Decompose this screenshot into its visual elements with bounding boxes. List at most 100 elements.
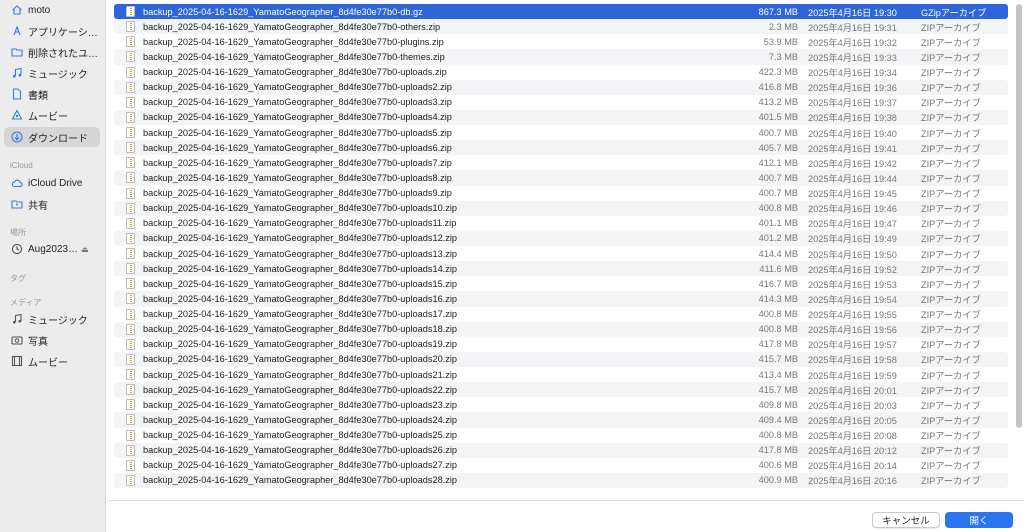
sidebar-item-media-music[interactable]: ミュージック [4, 309, 100, 329]
file-size: 416.7 MB [758, 278, 798, 289]
file-size: 417.8 MB [758, 339, 798, 350]
file-row[interactable]: backup_2025-04-16-1629_YamatoGeographer_… [114, 4, 1008, 20]
file-row[interactable]: backup_2025-04-16-1629_YamatoGeographer_… [114, 337, 1008, 352]
file-row[interactable]: backup_2025-04-16-1629_YamatoGeographer_… [114, 140, 1008, 156]
file-name: backup_2025-04-16-1629_YamatoGeographer_… [143, 51, 445, 62]
file-row[interactable]: backup_2025-04-16-1629_YamatoGeographer_… [114, 382, 1008, 398]
zip-file-icon [126, 399, 135, 411]
sidebar-section-media: メディア [10, 298, 42, 307]
file-row[interactable]: backup_2025-04-16-1629_YamatoGeographer_… [114, 200, 1008, 216]
file-open-dialog: moto アプリケーシ… 削除されたユ… ミュージック 書類 ムービー ダウンロ… [0, 0, 1024, 532]
file-date: 2025年4月16日 19:56 [808, 325, 897, 336]
file-row[interactable]: backup_2025-04-16-1629_YamatoGeographer_… [114, 442, 1008, 458]
file-kind: ZIPアーカイブ [921, 415, 981, 426]
sidebar-item-deleted-users[interactable]: 削除されたユ… [4, 42, 100, 62]
file-size: 417.8 MB [758, 445, 798, 456]
file-name: backup_2025-04-16-1629_YamatoGeographer_… [143, 172, 452, 183]
zip-file-icon [126, 369, 135, 380]
file-row[interactable]: backup_2025-04-16-1629_YamatoGeographer_… [114, 412, 1008, 428]
file-row[interactable]: backup_2025-04-16-1629_YamatoGeographer_… [114, 351, 1008, 367]
file-row[interactable]: backup_2025-04-16-1629_YamatoGeographer_… [114, 186, 1008, 201]
file-date: 2025年4月16日 19:50 [808, 249, 897, 260]
file-row[interactable]: backup_2025-04-16-1629_YamatoGeographer_… [114, 276, 1008, 291]
file-kind: ZIPアーカイブ [921, 340, 981, 351]
sidebar-item-documents[interactable]: 書類 [4, 84, 100, 104]
file-row[interactable]: backup_2025-04-16-1629_YamatoGeographer_… [114, 397, 1008, 412]
file-size: 415.7 MB [758, 384, 798, 395]
file-row[interactable]: backup_2025-04-16-1629_YamatoGeographer_… [114, 428, 1008, 443]
file-row[interactable]: backup_2025-04-16-1629_YamatoGeographer_… [114, 49, 1008, 65]
sidebar-item-media-movies[interactable]: ムービー [4, 351, 100, 371]
file-name: backup_2025-04-16-1629_YamatoGeographer_… [143, 36, 444, 47]
cancel-button[interactable]: キャンセル [872, 512, 940, 528]
file-row[interactable]: backup_2025-04-16-1629_YamatoGeographer_… [114, 230, 1008, 246]
sidebar-item-aug2023[interactable]: Aug2023… ⏏ [4, 239, 100, 259]
folder-icon [10, 46, 23, 59]
file-kind: ZIPアーカイブ [921, 173, 981, 184]
file-size: 414.4 MB [758, 248, 798, 259]
file-row[interactable]: backup_2025-04-16-1629_YamatoGeographer_… [114, 216, 1008, 231]
eject-icon[interactable]: ⏏ [81, 245, 89, 254]
file-date: 2025年4月16日 19:40 [808, 128, 897, 139]
file-row[interactable]: backup_2025-04-16-1629_YamatoGeographer_… [114, 261, 1008, 277]
sidebar-item-applications[interactable]: アプリケーシ… [4, 21, 100, 41]
sidebar-item-downloads[interactable]: ダウンロード [4, 127, 100, 147]
file-date: 2025年4月16日 19:42 [808, 158, 897, 169]
file-kind: ZIPアーカイブ [921, 234, 981, 245]
scrollbar[interactable] [1014, 0, 1024, 500]
scrollbar-thumb[interactable] [1016, 4, 1022, 428]
file-row[interactable]: backup_2025-04-16-1629_YamatoGeographer_… [114, 321, 1008, 337]
file-kind: ZIPアーカイブ [921, 310, 981, 321]
file-date: 2025年4月16日 20:01 [808, 385, 897, 396]
sidebar-item-label: 削除されたユ… [28, 48, 98, 60]
music-icon [10, 313, 23, 326]
sidebar-item-home[interactable]: moto [4, 0, 100, 20]
file-name: backup_2025-04-16-1629_YamatoGeographer_… [143, 384, 457, 395]
file-row[interactable]: backup_2025-04-16-1629_YamatoGeographer_… [114, 109, 1008, 125]
file-row[interactable]: backup_2025-04-16-1629_YamatoGeographer_… [114, 34, 1008, 49]
file-kind: ZIPアーカイブ [921, 68, 981, 79]
file-row[interactable]: backup_2025-04-16-1629_YamatoGeographer_… [114, 367, 1008, 382]
sidebar-item-shared[interactable]: 共有 [4, 194, 100, 214]
sidebar-item-music[interactable]: ミュージック [4, 63, 100, 83]
file-row[interactable]: backup_2025-04-16-1629_YamatoGeographer_… [114, 79, 1008, 95]
file-date: 2025年4月16日 19:53 [808, 279, 897, 290]
open-button[interactable]: 開く [945, 512, 1013, 528]
zip-file-icon [126, 278, 135, 290]
file-row[interactable]: backup_2025-04-16-1629_YamatoGeographer_… [114, 19, 1008, 35]
file-row[interactable]: backup_2025-04-16-1629_YamatoGeographer_… [114, 65, 1008, 80]
file-size: 400.8 MB [758, 324, 798, 335]
file-kind: ZIPアーカイブ [921, 128, 981, 139]
file-row[interactable]: backup_2025-04-16-1629_YamatoGeographer_… [114, 170, 1008, 186]
sidebar-item-movies[interactable]: ムービー [4, 105, 100, 125]
file-row[interactable]: backup_2025-04-16-1629_YamatoGeographer_… [114, 307, 1008, 322]
zip-file-icon [126, 36, 135, 48]
file-row[interactable]: backup_2025-04-16-1629_YamatoGeographer_… [114, 291, 1008, 307]
file-row[interactable]: backup_2025-04-16-1629_YamatoGeographer_… [114, 125, 1008, 140]
file-row[interactable]: backup_2025-04-16-1629_YamatoGeographer_… [114, 155, 1008, 170]
file-name: backup_2025-04-16-1629_YamatoGeographer_… [143, 21, 441, 32]
file-name: backup_2025-04-16-1629_YamatoGeographer_… [143, 6, 423, 17]
file-size: 401.1 MB [758, 218, 798, 229]
file-date: 2025年4月16日 19:55 [808, 310, 897, 321]
file-row[interactable]: backup_2025-04-16-1629_YamatoGeographer_… [114, 95, 1008, 110]
zip-file-icon [126, 459, 135, 471]
file-row[interactable]: backup_2025-04-16-1629_YamatoGeographer_… [114, 472, 1008, 488]
file-date: 2025年4月16日 19:52 [808, 264, 897, 275]
applications-icon [10, 25, 23, 38]
file-kind: ZIPアーカイブ [921, 370, 981, 381]
file-row[interactable]: backup_2025-04-16-1629_YamatoGeographer_… [114, 458, 1008, 473]
file-name: backup_2025-04-16-1629_YamatoGeographer_… [143, 142, 452, 153]
file-date: 2025年4月16日 19:33 [808, 52, 897, 63]
time-machine-icon [10, 243, 23, 256]
file-row[interactable]: backup_2025-04-16-1629_YamatoGeographer_… [114, 246, 1008, 261]
file-kind: ZIPアーカイブ [921, 83, 981, 94]
file-list: backup_2025-04-16-1629_YamatoGeographer_… [114, 4, 1008, 496]
zip-file-icon [126, 172, 135, 184]
music-icon [10, 67, 23, 80]
sidebar-item-photos[interactable]: 写真 [4, 330, 100, 350]
movies-icon [10, 109, 23, 122]
sidebar-item-icloud-drive[interactable]: iCloud Drive [4, 173, 100, 193]
file-kind: ZIPアーカイブ [921, 294, 981, 305]
file-date: 2025年4月16日 19:41 [808, 143, 897, 154]
